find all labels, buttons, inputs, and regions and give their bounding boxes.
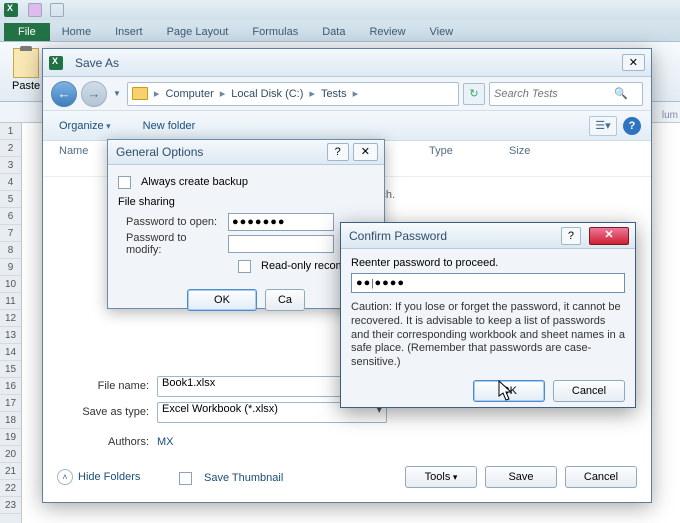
- row-header[interactable]: 5: [0, 191, 21, 208]
- row-header[interactable]: 2: [0, 140, 21, 157]
- row-headers: 1234567891011121314151617181920212223: [0, 123, 22, 523]
- hide-folders-label: Hide Folders: [78, 471, 140, 483]
- dialog-title: General Options: [116, 145, 203, 159]
- authors-label: Authors:: [59, 436, 149, 448]
- confirm-prompt: Reenter password to proceed.: [351, 257, 625, 269]
- chevron-up-icon: ˄: [57, 469, 73, 485]
- row-header[interactable]: 20: [0, 446, 21, 463]
- file-sharing-label: File sharing: [118, 196, 175, 208]
- dialog-title: Save As: [75, 56, 119, 70]
- close-icon[interactable]: ✕: [589, 227, 629, 245]
- readonly-checkbox[interactable]: [238, 260, 251, 273]
- paste-button[interactable]: Paste: [8, 46, 44, 94]
- row-header[interactable]: 3: [0, 157, 21, 174]
- refresh-button[interactable]: ↻: [463, 83, 485, 105]
- nav-back-button[interactable]: ←: [51, 81, 77, 107]
- paste-label: Paste: [12, 80, 40, 92]
- close-icon[interactable]: ✕: [622, 54, 645, 71]
- qat-save-icon[interactable]: [28, 3, 42, 17]
- save-button[interactable]: Save: [485, 466, 557, 488]
- tab-insert[interactable]: Insert: [103, 23, 155, 41]
- row-header[interactable]: 14: [0, 344, 21, 361]
- cancel-button[interactable]: Cancel: [565, 466, 637, 488]
- row-header[interactable]: 6: [0, 208, 21, 225]
- tools-button[interactable]: Tools: [405, 466, 477, 488]
- help-button[interactable]: ?: [561, 227, 581, 245]
- file-name-label: File name:: [59, 380, 149, 392]
- ok-button[interactable]: OK: [187, 289, 257, 311]
- readonly-label: Read-only recom: [261, 260, 345, 272]
- ribbon-tabs: File Home Insert Page Layout Formulas Da…: [0, 20, 680, 42]
- tab-formulas[interactable]: Formulas: [240, 23, 310, 41]
- row-header[interactable]: 19: [0, 429, 21, 446]
- password-open-field[interactable]: [228, 213, 334, 231]
- search-input[interactable]: 🔍: [489, 82, 643, 106]
- row-header[interactable]: 13: [0, 327, 21, 344]
- tab-home[interactable]: Home: [50, 23, 103, 41]
- row-header[interactable]: 7: [0, 225, 21, 242]
- tab-view[interactable]: View: [418, 23, 466, 41]
- breadcrumb[interactable]: ▸ Computer ▸ Local Disk (C:) ▸ Tests ▸: [127, 82, 459, 106]
- row-header[interactable]: 9: [0, 259, 21, 276]
- password-modify-field[interactable]: [228, 235, 334, 253]
- excel-titlebar: [0, 0, 680, 20]
- save-type-label: Save as type:: [59, 406, 149, 418]
- chevron-down-icon[interactable]: ▼: [113, 89, 121, 98]
- row-header[interactable]: 23: [0, 497, 21, 514]
- file-tab[interactable]: File: [4, 23, 50, 41]
- always-backup-checkbox[interactable]: [118, 176, 131, 189]
- row-header[interactable]: 8: [0, 242, 21, 259]
- row-header[interactable]: 10: [0, 276, 21, 293]
- confirm-password-field[interactable]: [351, 273, 625, 293]
- empty-search-hint: search.: [359, 189, 635, 201]
- tab-review[interactable]: Review: [357, 23, 417, 41]
- ok-button[interactable]: OK: [473, 380, 545, 402]
- password-modify-label: Password to modify:: [118, 232, 222, 256]
- organize-button[interactable]: Organize: [53, 117, 117, 135]
- breadcrumb-computer[interactable]: Computer: [163, 88, 215, 100]
- row-header[interactable]: 1: [0, 123, 21, 140]
- view-options-button[interactable]: ☰▾: [589, 116, 617, 136]
- column-size[interactable]: Size: [509, 145, 569, 176]
- tab-pagelayout[interactable]: Page Layout: [155, 23, 241, 41]
- row-header[interactable]: 15: [0, 361, 21, 378]
- help-button[interactable]: ?: [327, 143, 349, 161]
- nav-forward-button[interactable]: →: [81, 81, 107, 107]
- search-icon: 🔍: [614, 87, 628, 100]
- confirm-password-dialog: Confirm Password ? ✕ Reenter password to…: [340, 222, 636, 408]
- dialog-title: Confirm Password: [349, 229, 447, 243]
- truncated-label: lum: [662, 110, 678, 121]
- row-header[interactable]: 17: [0, 395, 21, 412]
- row-header[interactable]: 22: [0, 480, 21, 497]
- row-header[interactable]: 4: [0, 174, 21, 191]
- cancel-button[interactable]: Cancel: [553, 380, 625, 402]
- row-header[interactable]: 21: [0, 463, 21, 480]
- row-header[interactable]: 16: [0, 378, 21, 395]
- folder-icon: [132, 87, 148, 100]
- cancel-button[interactable]: Ca: [265, 289, 305, 311]
- breadcrumb-folder[interactable]: Tests: [319, 88, 349, 100]
- always-backup-label: Always create backup: [141, 176, 248, 188]
- tab-data[interactable]: Data: [310, 23, 357, 41]
- password-open-label: Password to open:: [118, 216, 222, 228]
- breadcrumb-drive[interactable]: Local Disk (C:): [229, 88, 305, 100]
- qat-undo-icon[interactable]: [50, 3, 64, 17]
- clipboard-icon: [13, 48, 39, 78]
- row-header[interactable]: 11: [0, 293, 21, 310]
- caution-text: Caution: If you lose or forget the passw…: [351, 301, 625, 370]
- row-header[interactable]: 12: [0, 310, 21, 327]
- authors-value[interactable]: MX: [157, 436, 174, 448]
- excel-icon: [49, 56, 63, 70]
- excel-icon: [4, 3, 18, 17]
- search-field[interactable]: [494, 88, 614, 100]
- column-type[interactable]: Type: [429, 145, 509, 176]
- new-folder-button[interactable]: New folder: [137, 117, 202, 135]
- hide-folders-button[interactable]: ˄ Hide Folders: [57, 469, 140, 485]
- row-header[interactable]: 18: [0, 412, 21, 429]
- close-icon[interactable]: ✕: [353, 143, 378, 161]
- help-button[interactable]: ?: [623, 117, 641, 135]
